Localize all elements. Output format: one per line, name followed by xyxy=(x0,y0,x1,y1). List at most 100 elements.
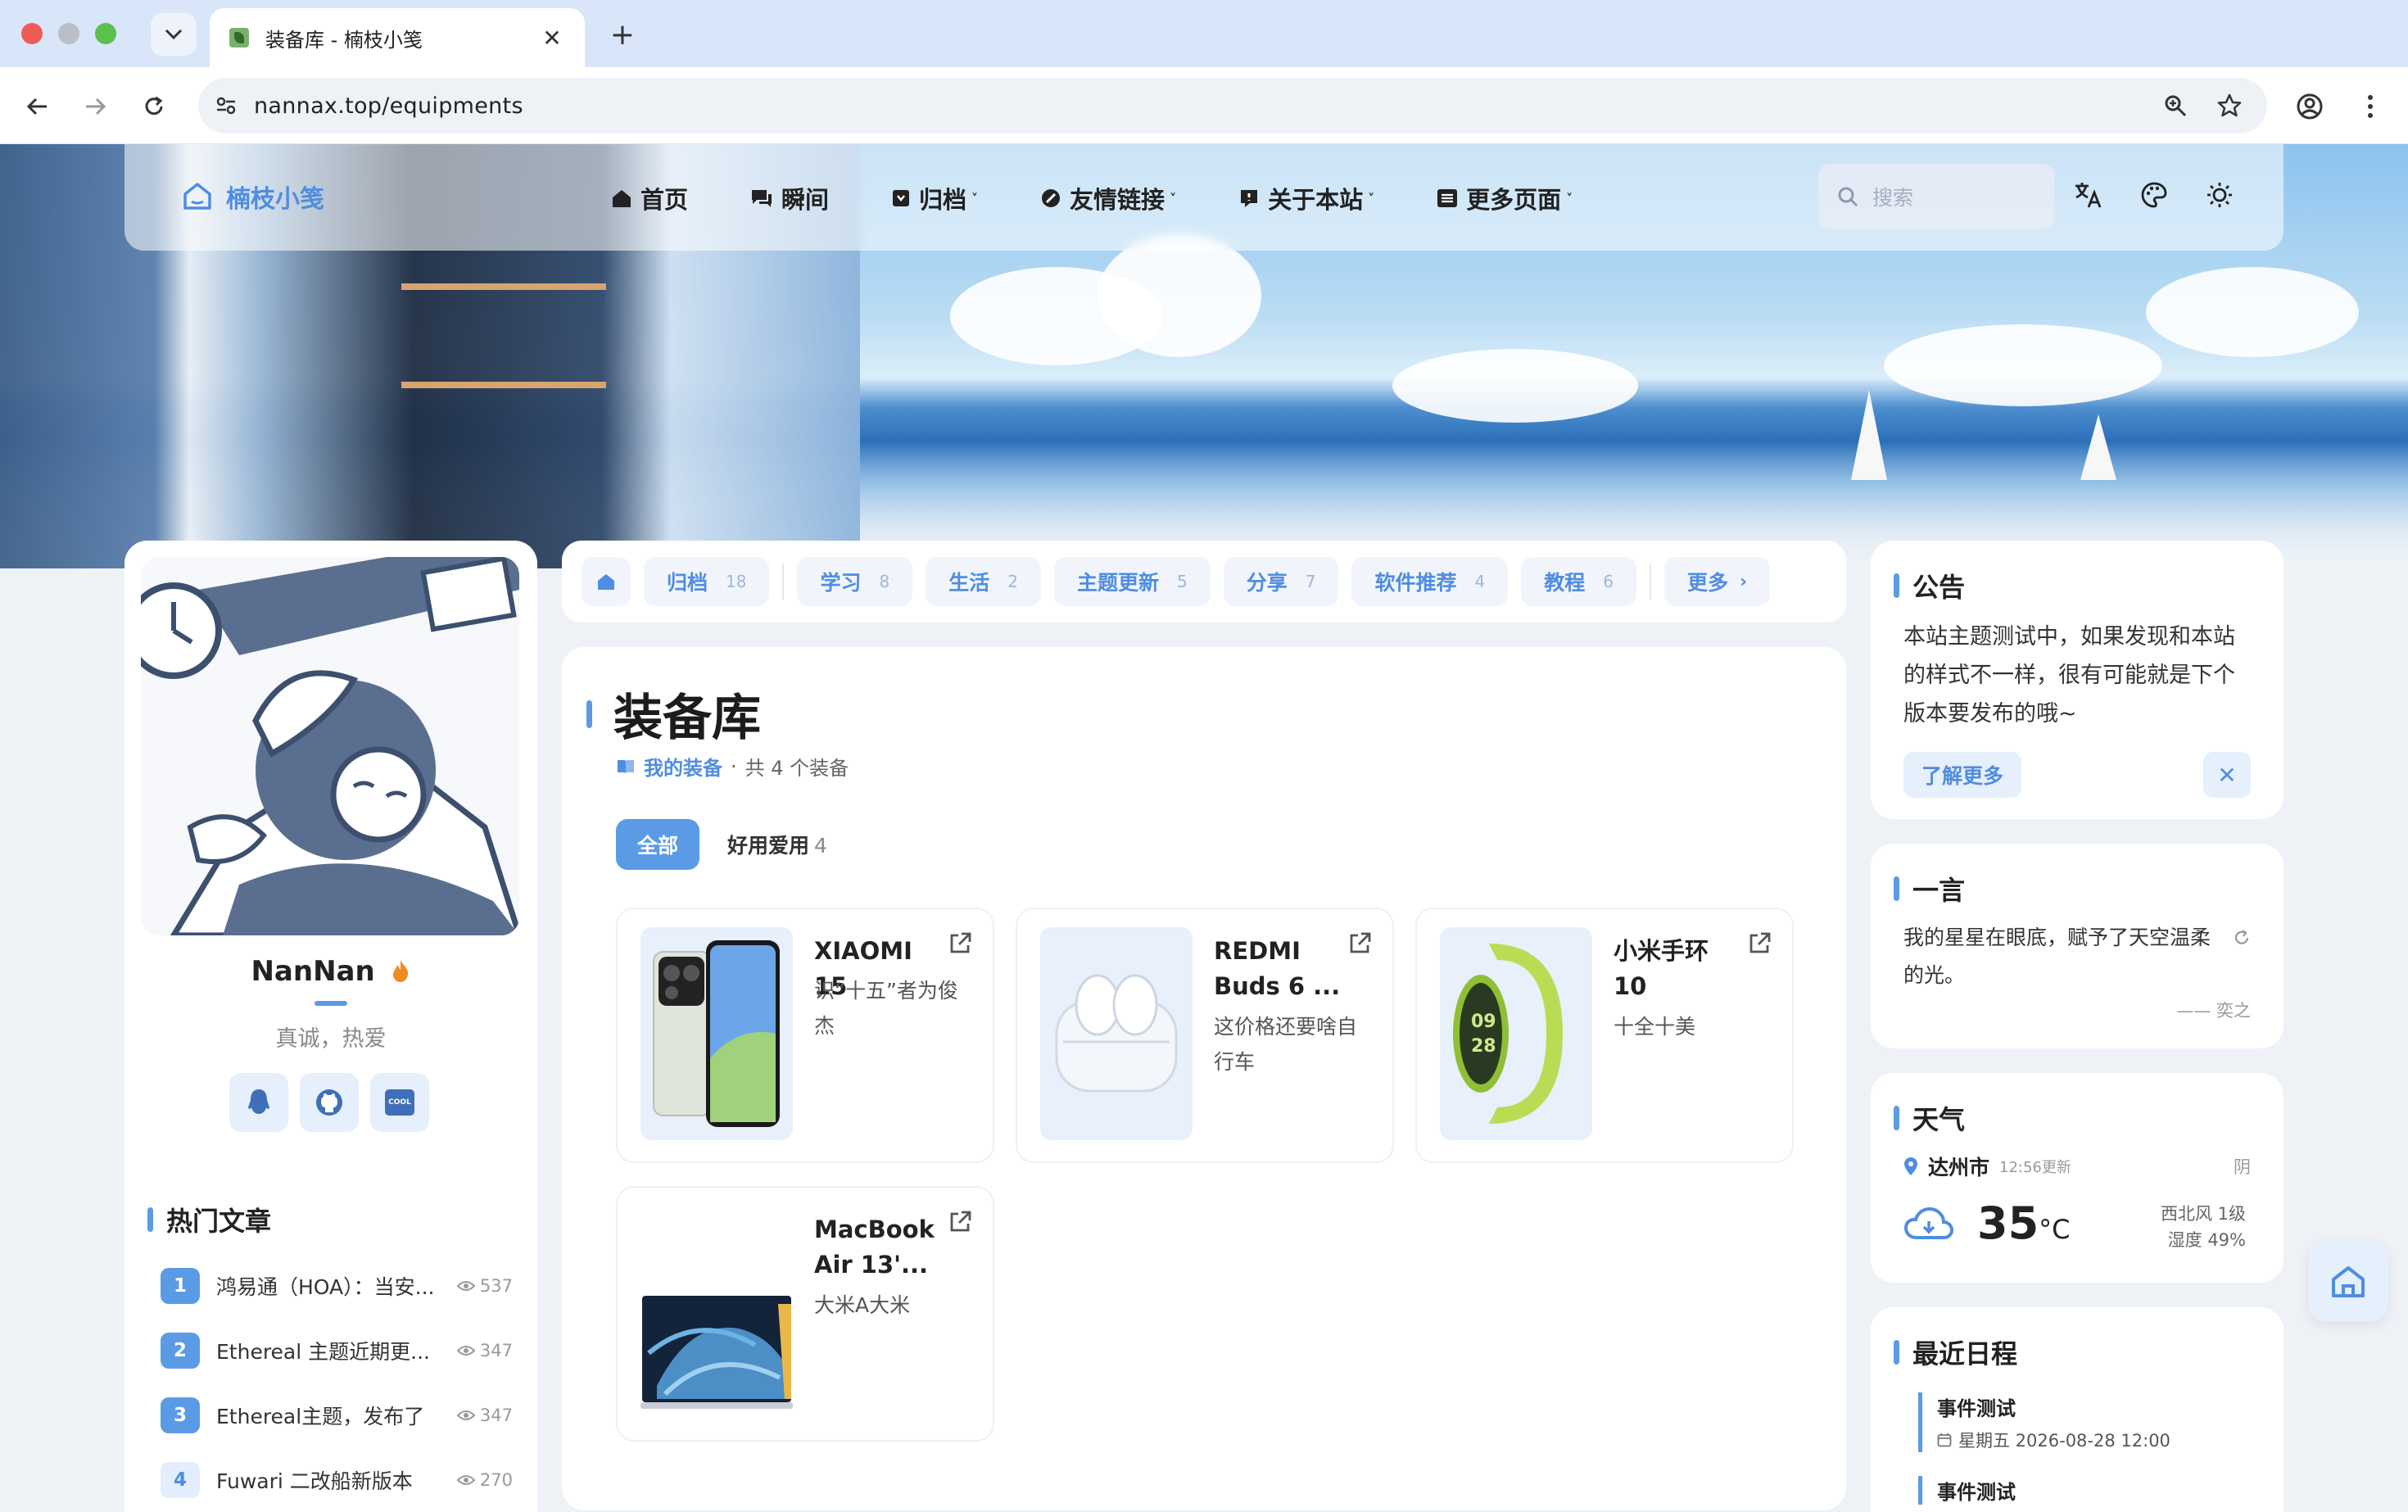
light-dark-toggle[interactable] xyxy=(2198,174,2241,216)
category-chip[interactable]: 软件推荐 4 xyxy=(1351,557,1509,606)
sun-icon xyxy=(2207,183,2232,207)
filter-all-button[interactable]: 全部 xyxy=(616,819,700,870)
external-link-icon[interactable] xyxy=(947,1209,973,1235)
hot-post-item[interactable]: 3 Ethereal主题，发布了 347 xyxy=(161,1383,513,1447)
site-info-icon[interactable] xyxy=(198,93,254,118)
view-count: 347 xyxy=(447,1406,513,1425)
hot-post-item[interactable]: 4 Fuwari 二改船新版本 270 xyxy=(161,1447,513,1512)
nav-item-about[interactable]: 关于本站 ˅ xyxy=(1207,177,1405,220)
equipment-item[interactable]: REDMI Buds 6 ... 这价格还要啥自行车 xyxy=(1016,908,1394,1163)
equipment-desc: 大米A大米 xyxy=(814,1293,911,1317)
weather-card: 天气 达州市 12:56更新 阴 35°C 西北风 1级 湿度 49% xyxy=(1871,1073,2284,1283)
event-date-text: 星期五 2026-08-28 12:00 xyxy=(1958,1431,2170,1451)
category-count: 5 xyxy=(1176,572,1188,591)
category-chip[interactable]: 主题更新 5 xyxy=(1053,557,1211,606)
category-chip[interactable]: 归档 18 xyxy=(644,557,770,606)
back-home-button[interactable] xyxy=(2308,1242,2388,1322)
hot-post-item[interactable]: 2 Ethereal 主题近期更... 347 xyxy=(161,1318,513,1383)
avatar[interactable] xyxy=(141,557,519,935)
external-link-icon[interactable] xyxy=(1746,930,1772,957)
filter-count: 4 xyxy=(814,834,827,858)
notice-more-button[interactable]: 了解更多 xyxy=(1903,752,2022,798)
browser-toolbar: nannax.top/equipments xyxy=(0,67,2408,144)
nav-item-archive[interactable]: 归档 ˅ xyxy=(860,177,1009,220)
address-bar[interactable]: nannax.top/equipments xyxy=(198,78,2267,134)
chevron-right-icon: › xyxy=(1739,571,1748,592)
external-link-icon[interactable] xyxy=(1347,930,1373,957)
schedule-event[interactable]: 事件测试 xyxy=(1918,1476,2016,1505)
tab-search-button[interactable] xyxy=(151,13,197,56)
nav-item-label: 瞬间 xyxy=(781,186,830,214)
social-github-button[interactable] xyxy=(300,1073,359,1132)
zoom-icon[interactable] xyxy=(2156,86,2195,125)
window-zoom-button[interactable] xyxy=(95,23,116,44)
weather-location: 达州市 12:56更新 阴 xyxy=(1903,1152,2251,1181)
theme-palette-button[interactable] xyxy=(2133,174,2175,216)
nav-item-friends[interactable]: 友情链接 ˅ xyxy=(1009,177,1207,220)
url-text[interactable]: nannax.top/equipments xyxy=(254,93,2156,119)
nav-item-more-pages[interactable]: 更多页面 ˅ xyxy=(1405,177,1604,220)
category-chip[interactable]: 生活 2 xyxy=(926,557,1041,606)
social-coolapk-button[interactable]: COOL xyxy=(370,1073,429,1132)
social-links: COOL xyxy=(229,1073,429,1132)
equipment-item[interactable]: 09 28 小米手环 10 十全十美 xyxy=(1415,908,1794,1163)
rank-badge: 1 xyxy=(161,1267,200,1304)
my-equipment-link[interactable]: 我的装备 xyxy=(644,752,722,781)
hot-posts-title: 热门文章 xyxy=(147,1201,271,1238)
refresh-icon[interactable] xyxy=(2233,929,2251,947)
window-minimize-button[interactable] xyxy=(58,23,79,44)
cloud-icon xyxy=(1903,1206,1954,1239)
hot-posts-list: 1 鸿易通（HOA）：当安... 537 2 Ethereal 主题近期更...… xyxy=(161,1253,513,1512)
equipment-name: 小米手环 10 xyxy=(1614,937,1709,1000)
back-button[interactable] xyxy=(18,87,57,126)
equipment-name: REDMI Buds 6 ... xyxy=(1214,937,1341,1000)
category-chip[interactable]: 教程 6 xyxy=(1521,557,1636,606)
chevron-down-icon: ˅ xyxy=(1566,190,1573,206)
social-qq-button[interactable] xyxy=(229,1073,288,1132)
site-search-box[interactable]: 搜索 xyxy=(1818,164,2054,229)
filter-favorite-button[interactable]: 好用爱用 4 xyxy=(727,830,827,859)
banner-shelf xyxy=(401,382,606,388)
window-close-button[interactable] xyxy=(21,23,43,44)
nav-item-home[interactable]: 首页 xyxy=(580,177,719,220)
browser-tab-active[interactable]: 装备库 - 楠枝小笺 ✕ xyxy=(210,8,585,67)
forward-button[interactable] xyxy=(75,87,115,126)
section-title-text: 公告 xyxy=(1912,572,1966,603)
weather-updated: 12:56更新 xyxy=(1999,1159,2071,1176)
reload-button[interactable] xyxy=(134,87,174,126)
bookmark-star-icon[interactable] xyxy=(2210,86,2249,125)
nav-tools xyxy=(2067,174,2241,216)
nav-item-moments[interactable]: 瞬间 xyxy=(719,177,860,220)
profile-button[interactable] xyxy=(2290,87,2329,126)
tab-close-icon[interactable]: ✕ xyxy=(539,25,565,52)
archive-icon xyxy=(893,190,910,206)
browser-menu-button[interactable] xyxy=(2351,87,2390,126)
notice-close-button[interactable]: ✕ xyxy=(2203,752,2251,798)
schedule-event[interactable]: 事件测试 星期五 2026-08-28 12:00 xyxy=(1918,1392,2170,1452)
new-tab-button[interactable]: + xyxy=(603,13,642,56)
external-link-icon[interactable] xyxy=(947,930,973,957)
banner-shelf xyxy=(401,283,606,290)
translate-button[interactable] xyxy=(2067,174,2110,216)
github-icon xyxy=(316,1089,342,1116)
arrow-right-icon xyxy=(86,97,106,115)
hot-post-item[interactable]: 1 鸿易通（HOA）：当安... 537 xyxy=(161,1253,513,1318)
chevron-down-icon xyxy=(165,29,183,40)
equipment-item[interactable]: MacBook Air 13'... 大米A大米 xyxy=(616,1186,994,1442)
home-icon xyxy=(598,574,614,590)
tab-title: 装备库 - 楠枝小笺 xyxy=(265,28,423,52)
book-icon xyxy=(618,759,634,774)
event-title: 事件测试 xyxy=(1937,1397,2016,1420)
eye-icon xyxy=(456,1280,475,1291)
equipment-image xyxy=(1040,927,1193,1140)
weather-title: 天气 xyxy=(1894,1099,1965,1137)
home-outline-icon xyxy=(183,183,211,210)
equipment-item[interactable]: XIAOMI 15 识“十五”者为俊杰 xyxy=(616,908,994,1163)
hot-post-title: Fuwari 二改船新版本 xyxy=(216,1469,413,1493)
category-chip[interactable]: 分享 7 xyxy=(1223,557,1339,606)
site-brand-link[interactable]: 楠枝小笺 xyxy=(182,179,324,215)
equipment-desc: 这价格还要啥自行车 xyxy=(1214,1015,1358,1074)
category-home-button[interactable] xyxy=(582,557,631,606)
category-more-button[interactable]: 更多 › xyxy=(1663,557,1771,606)
category-chip[interactable]: 学习 8 xyxy=(797,557,913,606)
